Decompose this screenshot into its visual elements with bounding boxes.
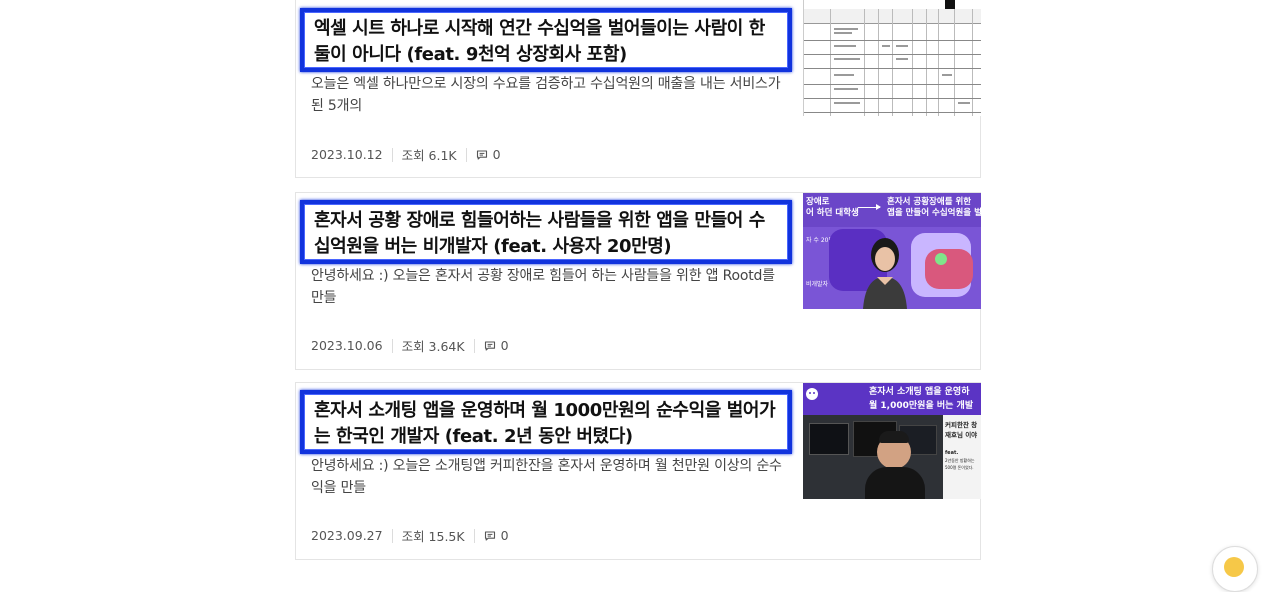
- comment-icon: [484, 530, 495, 541]
- thumb-text: 장애로: [806, 197, 830, 207]
- highlighted-title-box: 혼자서 공황 장애로 힘들어하는 사람들을 위한 앱을 만들어 수십억원을 버는…: [300, 200, 792, 264]
- developer-photo-image: 혼자서 소개팅 앱을 운영하 월 1,000만원을 버는 개발 커피한잔 창 재…: [803, 383, 981, 499]
- post-meta: 2023.10.06 조회 3.64K 0: [311, 336, 509, 355]
- post-views: 조회 15.5K: [401, 529, 465, 544]
- arrow-icon: [858, 204, 881, 210]
- post-card[interactable]: 혼자서 소개팅 앱을 운영하며 월 1000만원의 순수익을 벌어가는 한국인 …: [295, 382, 981, 560]
- founder-portrait-image: 장애로 어 하던 대학생 혼자서 공황장애를 위한 앱을 만들어 수십억원을 벌…: [803, 193, 981, 309]
- thumb-text: 앱을 만들어 수십억원을 벌: [887, 208, 981, 218]
- highlighted-title-box: 엑셀 시트 하나로 시작해 연간 수십억을 벌어들이는 사람이 한둘이 아니다 …: [300, 8, 792, 72]
- developer-photo-thumbnail[interactable]: 혼자서 소개팅 앱을 운영하 월 1,000만원을 버는 개발 커피한잔 창 재…: [803, 383, 981, 499]
- post-views: 조회 3.64K: [401, 339, 465, 354]
- post-summary: 안녕하세요 :) 오늘은 소개팅앱 커피한잔을 혼자서 운영하며 월 천만원 이…: [311, 458, 782, 496]
- thumb-side-panel: 커피한잔 창 재호님 이야 feat. 2년동안 방황하는 500명 돈이었다.: [943, 415, 981, 499]
- meta-divider: [473, 338, 475, 353]
- spreadsheet-image: [803, 0, 981, 116]
- meta-divider: [391, 338, 393, 353]
- founder-portrait-thumbnail[interactable]: 장애로 어 하던 대학생 혼자서 공황장애를 위한 앱을 만들어 수십억원을 벌…: [803, 193, 981, 309]
- post-title[interactable]: 혼자서 소개팅 앱을 운영하며 월 1000만원의 순수익을 벌어가는 한국인 …: [314, 398, 780, 450]
- post-meta: 2023.09.27 조회 15.5K 0: [311, 526, 509, 545]
- post-card[interactable]: 혼자서 공황 장애로 힘들어하는 사람들을 위한 앱을 만들어 수십억원을 버는…: [295, 192, 981, 370]
- post-date: 2023.10.06: [311, 338, 383, 353]
- post-meta: 2023.10.12 조회 6.1K 0: [311, 145, 501, 164]
- spreadsheet-thumbnail[interactable]: [803, 0, 981, 116]
- thumb-text: 500명 돈이었다.: [945, 465, 974, 470]
- thumb-text: 월 1,000만원을 버는 개발: [869, 401, 974, 411]
- thumb-text: 비개발자: [806, 281, 829, 288]
- meta-divider: [391, 147, 393, 162]
- meta-divider: [473, 528, 475, 543]
- comment-count-value: 0: [492, 147, 501, 162]
- meta-divider: [391, 528, 393, 543]
- thumb-text: 혼자서 소개팅 앱을 운영하: [869, 387, 970, 397]
- emoji-face-icon: [1224, 557, 1244, 577]
- person-illustration: [863, 238, 907, 309]
- comment-icon: [484, 340, 495, 351]
- post-date: 2023.09.27: [311, 528, 383, 543]
- post-card[interactable]: 엑셀 시트 하나로 시작해 연간 수십억을 벌어들이는 사람이 한둘이 아니다 …: [295, 0, 981, 178]
- thumb-text: 혼자서 공황장애를 위한: [887, 197, 972, 207]
- mascot-icon: [806, 388, 818, 400]
- thumb-text: 어 하던 대학생: [806, 208, 859, 218]
- post-title[interactable]: 혼자서 공황 장애로 힘들어하는 사람들을 위한 앱을 만들어 수십억원을 버는…: [314, 208, 780, 260]
- floating-action-button[interactable]: [1212, 546, 1258, 592]
- post-summary: 안녕하세요 :) 오늘은 혼자서 공황 장애로 힘들어 하는 사람들을 위한 앱…: [311, 268, 775, 306]
- post-summary: 오늘은 엑셀 하나만으로 시장의 수요를 검증하고 수십억원의 매출을 내는 서…: [311, 76, 781, 114]
- meta-divider: [465, 147, 467, 162]
- comment-icon: [476, 149, 487, 160]
- thumb-text: 재호님 이야: [945, 431, 978, 439]
- comment-count-value: 0: [500, 528, 509, 543]
- post-views: 조회 6.1K: [401, 148, 457, 163]
- comment-count[interactable]: 0: [476, 147, 501, 162]
- comment-count[interactable]: 0: [484, 338, 509, 353]
- post-date: 2023.10.12: [311, 147, 383, 162]
- highlighted-title-box: 혼자서 소개팅 앱을 운영하며 월 1000만원의 순수익을 벌어가는 한국인 …: [300, 390, 792, 454]
- post-title[interactable]: 엑셀 시트 하나로 시작해 연간 수십억을 벌어들이는 사람이 한둘이 아니다 …: [314, 16, 780, 68]
- comment-count-value: 0: [500, 338, 509, 353]
- comment-count[interactable]: 0: [484, 528, 509, 543]
